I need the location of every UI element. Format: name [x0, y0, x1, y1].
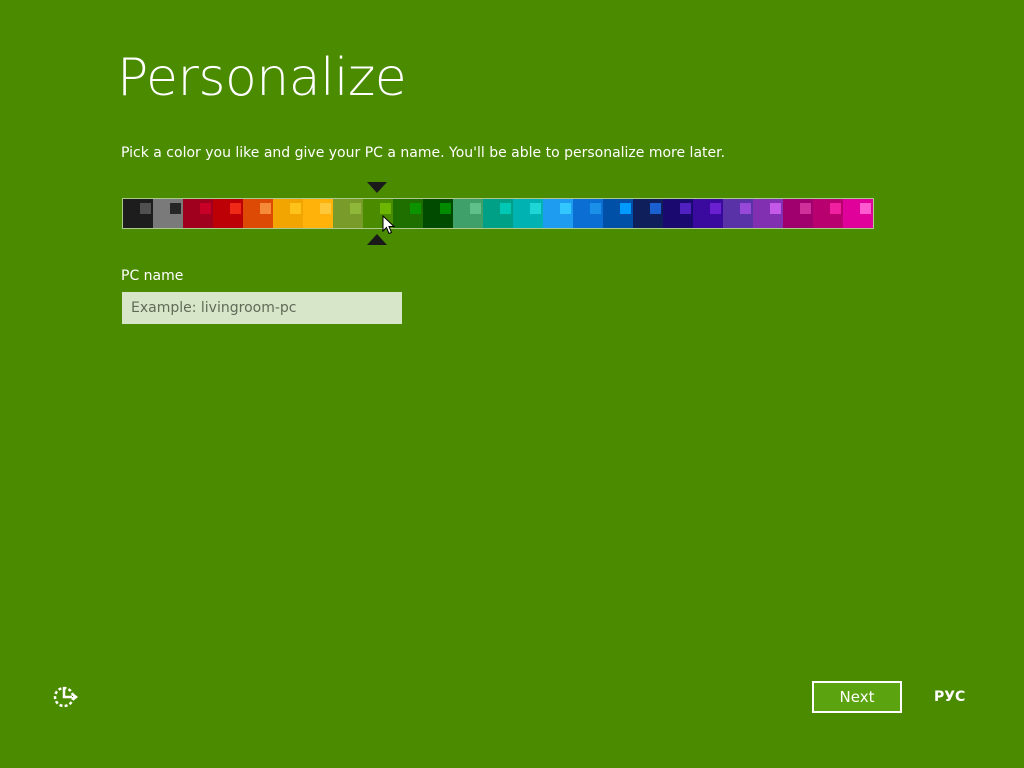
color-swatch[interactable]	[573, 199, 603, 228]
color-swatch[interactable]	[783, 199, 813, 228]
color-swatch[interactable]	[753, 199, 783, 228]
color-swatch-accent	[260, 203, 271, 214]
color-swatch[interactable]	[273, 199, 303, 228]
color-swatch-accent	[140, 203, 151, 214]
pc-name-label: PC name	[121, 268, 184, 284]
color-swatch[interactable]	[483, 199, 513, 228]
color-swatch[interactable]	[333, 199, 363, 228]
color-swatch-accent	[560, 203, 571, 214]
language-switch[interactable]: РУС	[934, 687, 965, 707]
color-swatch-accent	[530, 203, 541, 214]
color-swatch-accent	[170, 203, 181, 214]
color-slider[interactable]	[122, 198, 874, 229]
color-swatch-accent	[200, 203, 211, 214]
page-subtitle: Pick a color you like and give your PC a…	[121, 145, 726, 161]
color-swatch-accent	[830, 203, 841, 214]
color-swatch-accent	[380, 203, 391, 214]
color-swatch[interactable]	[603, 199, 633, 228]
color-swatch[interactable]	[693, 199, 723, 228]
color-swatch-accent	[410, 203, 421, 214]
color-swatch-accent	[290, 203, 301, 214]
color-swatch[interactable]	[633, 199, 663, 228]
color-swatch[interactable]	[423, 199, 453, 228]
color-swatch[interactable]	[723, 199, 753, 228]
color-swatch-accent	[680, 203, 691, 214]
next-button[interactable]: Next	[812, 681, 902, 713]
mouse-cursor-icon	[382, 215, 396, 235]
color-swatch-accent	[320, 203, 331, 214]
ease-of-access-icon[interactable]	[50, 683, 80, 711]
color-swatch[interactable]	[543, 199, 573, 228]
color-swatch[interactable]	[663, 199, 693, 228]
color-swatch-accent	[470, 203, 481, 214]
pc-name-input[interactable]	[122, 292, 402, 324]
color-swatch[interactable]	[213, 199, 243, 228]
color-swatch-accent	[500, 203, 511, 214]
color-swatch[interactable]	[303, 199, 333, 228]
color-swatch[interactable]	[153, 199, 183, 228]
color-swatch-accent	[440, 203, 451, 214]
color-swatch[interactable]	[843, 199, 873, 228]
color-swatch-accent	[770, 203, 781, 214]
page-title: Personalize	[117, 48, 407, 108]
color-swatch-accent	[710, 203, 721, 214]
color-swatch[interactable]	[123, 199, 153, 228]
color-swatch-accent	[740, 203, 751, 214]
color-swatch-accent	[350, 203, 361, 214]
color-swatch-accent	[590, 203, 601, 214]
color-swatch[interactable]	[813, 199, 843, 228]
color-swatch[interactable]	[243, 199, 273, 228]
color-swatch[interactable]	[393, 199, 423, 228]
color-swatch-accent	[800, 203, 811, 214]
color-swatch[interactable]	[183, 199, 213, 228]
selected-color-marker-top	[367, 182, 387, 193]
color-swatch[interactable]	[453, 199, 483, 228]
color-swatch-accent	[620, 203, 631, 214]
color-palette	[122, 198, 874, 229]
color-swatch-accent	[230, 203, 241, 214]
color-swatch-accent	[650, 203, 661, 214]
selected-color-marker-bottom[interactable]	[367, 234, 387, 245]
color-swatch-accent	[860, 203, 871, 214]
color-swatch[interactable]	[513, 199, 543, 228]
